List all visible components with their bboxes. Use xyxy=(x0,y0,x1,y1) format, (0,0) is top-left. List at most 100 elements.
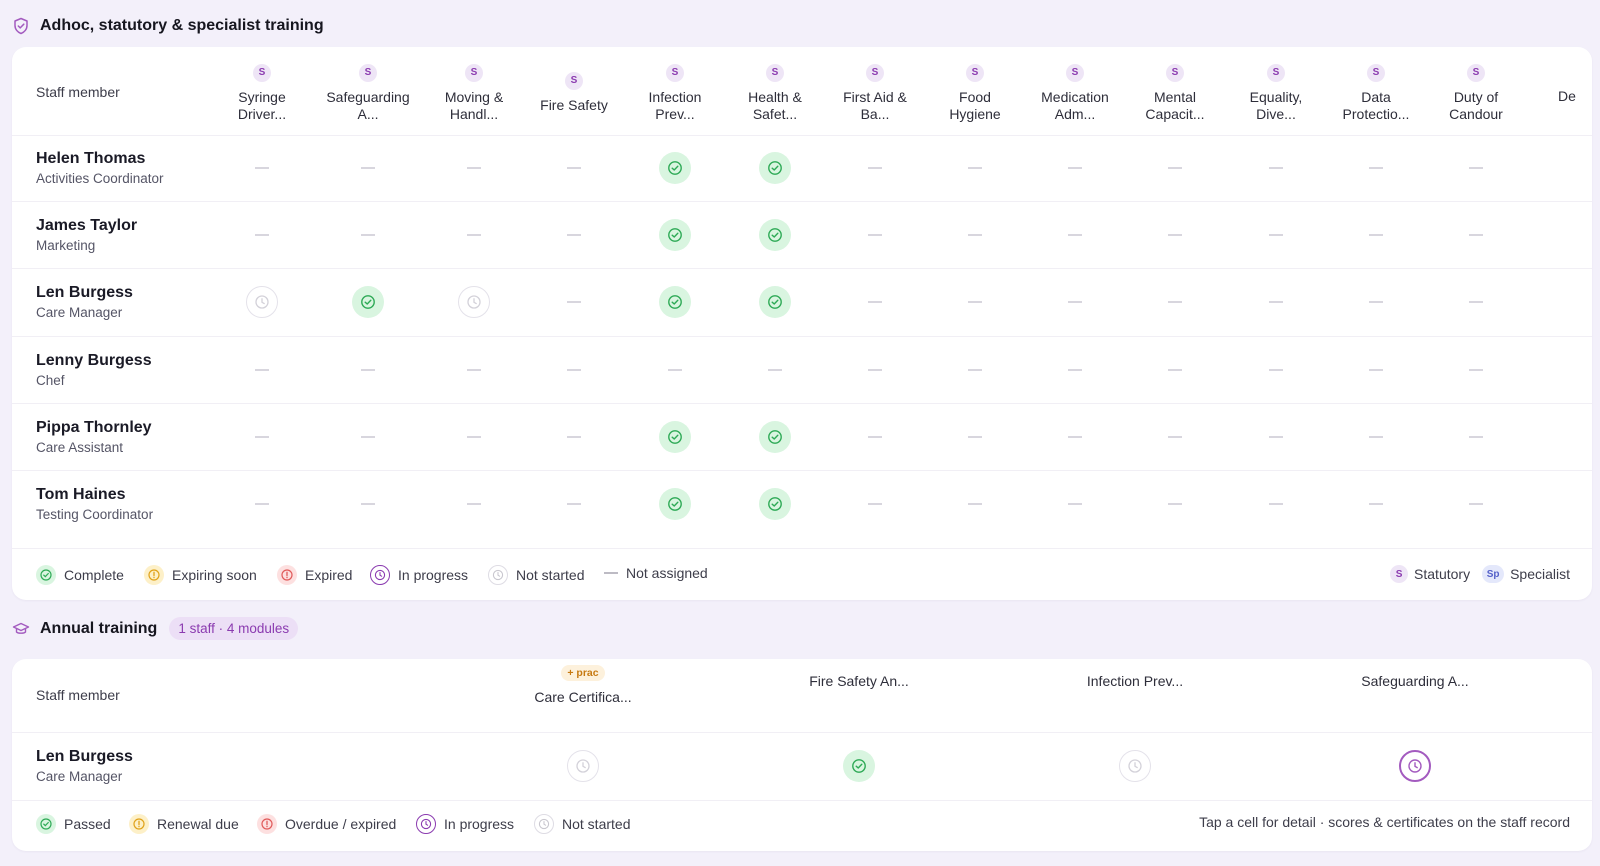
cell-not-assigned[interactable] xyxy=(759,354,791,386)
staff-name[interactable]: Helen Thomas xyxy=(36,150,145,168)
cell-not-assigned[interactable] xyxy=(458,152,490,184)
column-header[interactable]: S Infection Prev... xyxy=(625,62,725,123)
column-header[interactable]: Safeguarding A... xyxy=(1330,673,1500,689)
cell-not-assigned[interactable] xyxy=(1460,488,1492,520)
cell-not-assigned[interactable] xyxy=(1360,286,1392,318)
cell-complete[interactable] xyxy=(659,421,691,453)
staff-name[interactable]: Len Burgess xyxy=(36,748,133,766)
column-header[interactable]: + prac Care Certifica... xyxy=(498,663,668,705)
cell-not-assigned[interactable] xyxy=(1460,354,1492,386)
cell-complete[interactable] xyxy=(759,286,791,318)
cell-not-assigned[interactable] xyxy=(1059,488,1091,520)
cell-not-assigned[interactable] xyxy=(1159,219,1191,251)
cell-not-assigned[interactable] xyxy=(959,286,991,318)
cell-not-assigned[interactable] xyxy=(1159,286,1191,318)
cell-complete[interactable] xyxy=(759,219,791,251)
column-header[interactable]: S Duty of Candour xyxy=(1426,62,1526,123)
cell-not-assigned[interactable] xyxy=(1360,354,1392,386)
cell-not-assigned[interactable] xyxy=(352,421,384,453)
cell-not-assigned[interactable] xyxy=(458,488,490,520)
cell-not-assigned[interactable] xyxy=(1159,354,1191,386)
cell-not-assigned[interactable] xyxy=(1260,421,1292,453)
column-header[interactable]: S Fire Safety xyxy=(524,70,624,114)
cell-not-assigned[interactable] xyxy=(1059,354,1091,386)
column-header[interactable]: S Syringe Driver... xyxy=(212,62,312,123)
staff-name[interactable]: Pippa Thornley xyxy=(36,419,152,437)
cell-complete[interactable] xyxy=(759,488,791,520)
cell-not-assigned[interactable] xyxy=(1260,354,1292,386)
cell-not-started[interactable] xyxy=(246,286,278,318)
cell-not-started[interactable] xyxy=(567,750,599,782)
cell-not-assigned[interactable] xyxy=(1159,488,1191,520)
cell-not-assigned[interactable] xyxy=(246,152,278,184)
cell-not-assigned[interactable] xyxy=(352,354,384,386)
column-header[interactable]: Infection Prev... xyxy=(1050,673,1220,689)
cell-not-assigned[interactable] xyxy=(1260,286,1292,318)
cell-not-assigned[interactable] xyxy=(959,219,991,251)
cell-not-assigned[interactable] xyxy=(458,219,490,251)
cell-not-assigned[interactable] xyxy=(246,354,278,386)
cell-not-assigned[interactable] xyxy=(558,488,590,520)
cell-not-assigned[interactable] xyxy=(1360,421,1392,453)
cell-complete[interactable] xyxy=(843,750,875,782)
cell-not-assigned[interactable] xyxy=(1360,219,1392,251)
cell-not-assigned[interactable] xyxy=(1360,152,1392,184)
cell-not-assigned[interactable] xyxy=(959,488,991,520)
column-header[interactable]: S Safeguarding A... xyxy=(318,62,418,123)
cell-complete[interactable] xyxy=(352,286,384,318)
cell-not-assigned[interactable] xyxy=(959,152,991,184)
cell-not-assigned[interactable] xyxy=(1159,421,1191,453)
column-header[interactable]: S Moving & Handl... xyxy=(424,62,524,123)
column-header[interactable]: De xyxy=(1558,88,1592,105)
cell-not-assigned[interactable] xyxy=(1059,421,1091,453)
cell-complete[interactable] xyxy=(759,421,791,453)
cell-not-started[interactable] xyxy=(1119,750,1151,782)
cell-not-assigned[interactable] xyxy=(352,152,384,184)
cell-not-assigned[interactable] xyxy=(1059,152,1091,184)
cell-not-assigned[interactable] xyxy=(1260,219,1292,251)
column-header[interactable]: Fire Safety An... xyxy=(774,673,944,689)
column-header[interactable]: S Health & Safet... xyxy=(725,62,825,123)
cell-not-assigned[interactable] xyxy=(558,152,590,184)
cell-not-assigned[interactable] xyxy=(1460,286,1492,318)
cell-complete[interactable] xyxy=(759,152,791,184)
cell-not-assigned[interactable] xyxy=(959,354,991,386)
cell-not-assigned[interactable] xyxy=(458,421,490,453)
cell-not-assigned[interactable] xyxy=(859,354,891,386)
cell-not-assigned[interactable] xyxy=(659,354,691,386)
cell-not-assigned[interactable] xyxy=(352,488,384,520)
staff-name[interactable]: Tom Haines xyxy=(36,486,126,504)
cell-not-assigned[interactable] xyxy=(558,219,590,251)
cell-not-assigned[interactable] xyxy=(458,354,490,386)
cell-not-assigned[interactable] xyxy=(859,421,891,453)
cell-not-assigned[interactable] xyxy=(246,488,278,520)
cell-complete[interactable] xyxy=(659,488,691,520)
cell-not-assigned[interactable] xyxy=(558,286,590,318)
column-header[interactable]: S Mental Capacit... xyxy=(1125,62,1225,123)
column-header[interactable]: S First Aid & Ba... xyxy=(825,62,925,123)
column-header[interactable]: S Equality, Dive... xyxy=(1226,62,1326,123)
cell-not-assigned[interactable] xyxy=(1260,488,1292,520)
cell-not-assigned[interactable] xyxy=(1360,488,1392,520)
staff-name[interactable]: Len Burgess xyxy=(36,284,133,302)
cell-not-assigned[interactable] xyxy=(859,286,891,318)
cell-complete[interactable] xyxy=(659,152,691,184)
cell-not-assigned[interactable] xyxy=(246,219,278,251)
cell-not-assigned[interactable] xyxy=(959,421,991,453)
cell-not-assigned[interactable] xyxy=(859,219,891,251)
cell-not-assigned[interactable] xyxy=(1460,219,1492,251)
cell-not-assigned[interactable] xyxy=(352,219,384,251)
cell-not-assigned[interactable] xyxy=(1460,421,1492,453)
cell-not-assigned[interactable] xyxy=(859,152,891,184)
cell-complete[interactable] xyxy=(659,286,691,318)
cell-not-assigned[interactable] xyxy=(558,354,590,386)
cell-not-started[interactable] xyxy=(458,286,490,318)
cell-complete[interactable] xyxy=(659,219,691,251)
staff-name[interactable]: Lenny Burgess xyxy=(36,352,152,370)
column-header[interactable]: S Medication Adm... xyxy=(1025,62,1125,123)
cell-not-assigned[interactable] xyxy=(1059,219,1091,251)
cell-not-assigned[interactable] xyxy=(246,421,278,453)
cell-in-progress[interactable] xyxy=(1399,750,1431,782)
staff-name[interactable]: James Taylor xyxy=(36,217,137,235)
cell-not-assigned[interactable] xyxy=(859,488,891,520)
